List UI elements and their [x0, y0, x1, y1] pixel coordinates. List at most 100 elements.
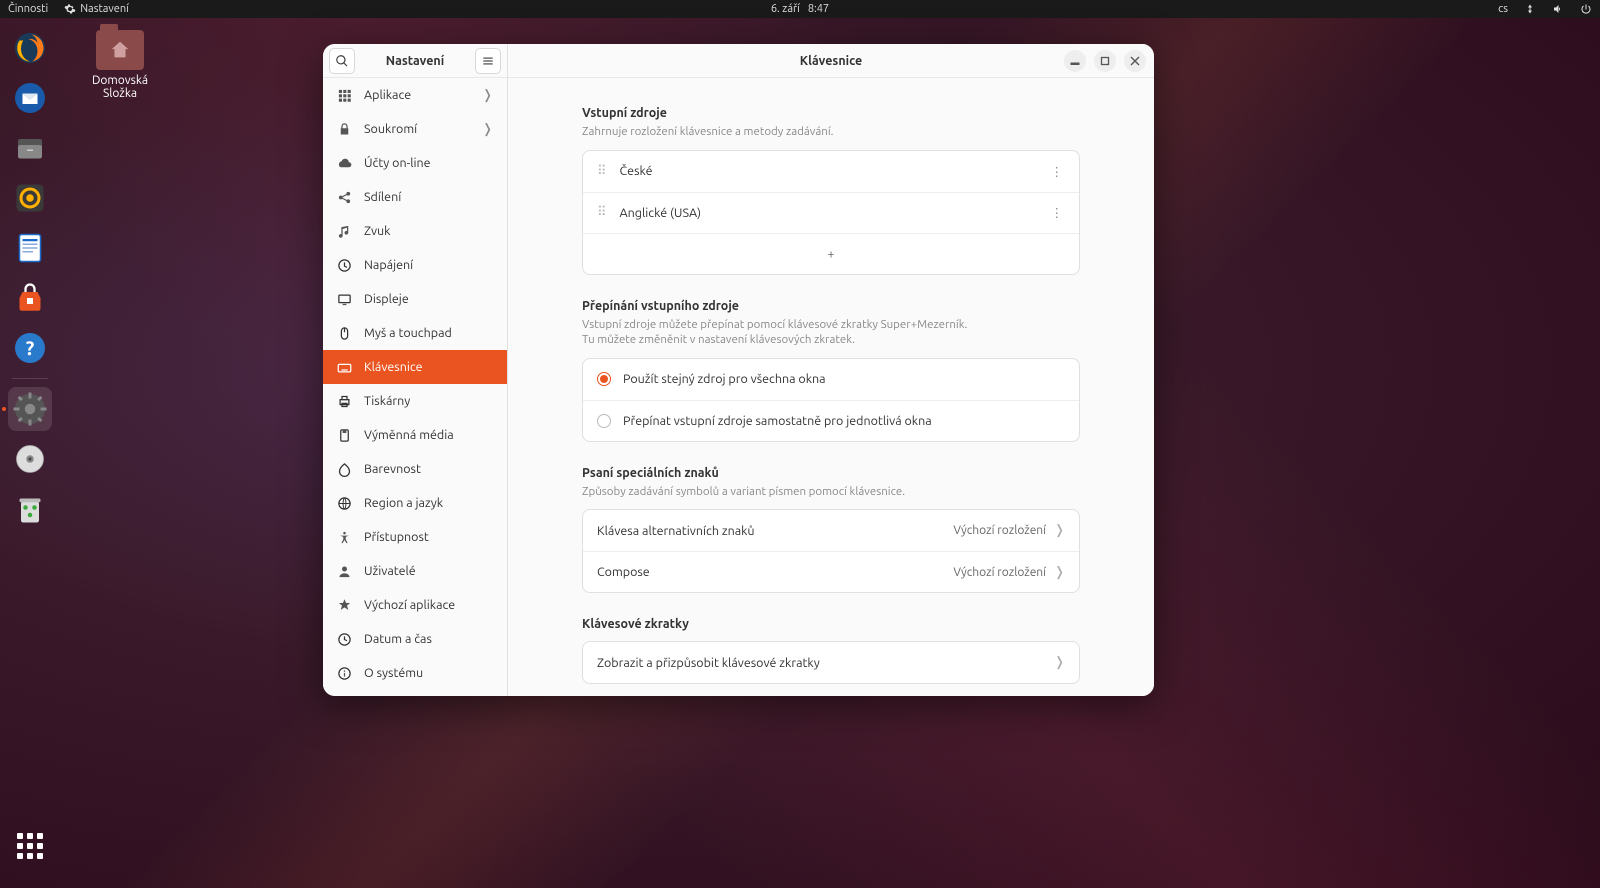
- row-label: Zobrazit a přizpůsobit klávesové zkratky: [597, 656, 1054, 670]
- clock[interactable]: 6. září 8:47: [771, 3, 829, 15]
- sidebar-item-applications[interactable]: Aplikace ❭: [323, 78, 507, 112]
- datetime-icon: [337, 632, 352, 647]
- sidebar-item-label: O systému: [364, 666, 493, 680]
- sidebar-item-datetime[interactable]: Datum a čas: [323, 622, 507, 656]
- special-title: Psaní speciálních znaků: [582, 466, 1080, 480]
- sidebar-item-power[interactable]: Napájení: [323, 248, 507, 282]
- dock-trash[interactable]: [8, 487, 52, 531]
- dock: ?: [0, 18, 60, 888]
- input-source-menu[interactable]: ⋮: [1049, 164, 1066, 179]
- maximize-icon: [1100, 56, 1110, 66]
- sidebar-item-label: Aplikace: [364, 88, 470, 102]
- dock-firefox[interactable]: [8, 26, 52, 70]
- dock-software[interactable]: [8, 276, 52, 320]
- close-button[interactable]: [1124, 50, 1146, 72]
- sidebar-item-sharing[interactable]: Sdílení: [323, 180, 507, 214]
- switching-title: Přepínání vstupního zdroje: [582, 299, 1080, 313]
- dock-files[interactable]: [8, 126, 52, 170]
- sidebar-item-label: Displeje: [364, 292, 493, 306]
- row-value: Výchozí rozložení: [953, 566, 1046, 579]
- sound-icon: [337, 224, 352, 239]
- sidebar-item-privacy[interactable]: Soukromí❭: [323, 112, 507, 146]
- alt-chars-row[interactable]: Klávesa alternativních znaků Výchozí roz…: [583, 510, 1079, 551]
- app-menu-label: Nastavení: [80, 3, 129, 15]
- chevron-right-icon: ❭: [1054, 523, 1065, 538]
- power-icon[interactable]: [1580, 3, 1592, 15]
- chevron-right-icon: ❭: [482, 88, 493, 103]
- maximize-button[interactable]: [1094, 50, 1116, 72]
- sidebar-item-keyboard[interactable]: Klávesnice: [323, 350, 507, 384]
- search-button[interactable]: [329, 48, 355, 74]
- app-menu[interactable]: Nastavení: [64, 3, 129, 15]
- desktop: ? Domovská Složka Nastavení Aplikace ❭ Sou…: [0, 18, 1600, 888]
- radio-same-source[interactable]: Použít stejný zdroj pro všechna okna: [583, 359, 1079, 400]
- activities-button[interactable]: Činnosti: [8, 3, 48, 15]
- input-source-menu[interactable]: ⋮: [1049, 205, 1066, 220]
- dock-rhythmbox[interactable]: [8, 176, 52, 220]
- dock-help[interactable]: ?: [8, 326, 52, 370]
- sidebar-item-about[interactable]: O systému: [323, 656, 507, 690]
- row-label: Compose: [597, 565, 953, 579]
- volume-icon[interactable]: [1552, 3, 1564, 15]
- sidebar-item-online-accounts[interactable]: Účty on-line: [323, 146, 507, 180]
- online-accounts-icon: [337, 156, 352, 171]
- displays-icon: [337, 292, 352, 307]
- sidebar-item-mouse[interactable]: Myš a touchpad: [323, 316, 507, 350]
- sidebar-item-default-apps[interactable]: Výchozí aplikace: [323, 588, 507, 622]
- sidebar-item-label: Sdílení: [364, 190, 493, 204]
- sidebar-item-sound[interactable]: Zvuk: [323, 214, 507, 248]
- sidebar-item-removable[interactable]: Výměnná média: [323, 418, 507, 452]
- add-input-source[interactable]: +: [583, 233, 1079, 274]
- power-icon: [337, 258, 352, 273]
- drag-handle-icon[interactable]: ⠿: [597, 164, 608, 179]
- shortcuts-title: Klávesové zkratky: [582, 617, 1080, 631]
- sidebar-item-label: Přístupnost: [364, 530, 493, 544]
- settings-sidebar: Nastavení Aplikace ❭ Soukromí❭ Účty on-line…: [323, 44, 508, 696]
- menu-button[interactable]: [475, 48, 501, 74]
- input-source-indicator[interactable]: cs: [1498, 3, 1508, 15]
- users-icon: [337, 564, 352, 579]
- sidebar-item-displays[interactable]: Displeje: [323, 282, 507, 316]
- radio-per-window[interactable]: Přepínat vstupní zdroje samostatně pro j…: [583, 400, 1079, 441]
- chevron-right-icon: ❭: [1054, 565, 1065, 580]
- desktop-home-folder[interactable]: Domovská Složka: [75, 30, 165, 100]
- show-applications[interactable]: [8, 824, 52, 868]
- sidebar-title: Nastavení: [361, 54, 469, 68]
- dock-writer[interactable]: [8, 226, 52, 270]
- network-icon[interactable]: [1524, 3, 1536, 15]
- drag-handle-icon[interactable]: ⠿: [597, 205, 608, 220]
- input-sources-list: ⠿ České ⋮ ⠿ Anglické (USA) ⋮ +: [582, 150, 1080, 275]
- dock-separator: [12, 378, 48, 379]
- compose-row[interactable]: Compose Výchozí rozložení ❭: [583, 551, 1079, 592]
- dock-disc[interactable]: [8, 437, 52, 481]
- dock-thunderbird[interactable]: [8, 76, 52, 120]
- default-apps-icon: [337, 598, 352, 613]
- sidebar-item-printers[interactable]: Tiskárny: [323, 384, 507, 418]
- input-sources-title: Vstupní zdroje: [582, 106, 1080, 120]
- sidebar-item-label: Výměnná média: [364, 428, 493, 442]
- input-source-row[interactable]: ⠿ České ⋮: [583, 151, 1079, 192]
- sidebar-item-label: Napájení: [364, 258, 493, 272]
- sidebar-item-users[interactable]: Uživatelé: [323, 554, 507, 588]
- sidebar-item-accessibility[interactable]: Přístupnost: [323, 520, 507, 554]
- page-title: Klávesnice: [800, 54, 862, 68]
- view-shortcuts-row[interactable]: Zobrazit a přizpůsobit klávesové zkratky…: [583, 642, 1079, 683]
- dock-settings[interactable]: [8, 387, 52, 431]
- row-value: Výchozí rozložení: [953, 524, 1046, 537]
- top-panel: Činnosti Nastavení 6. září 8:47 cs: [0, 0, 1600, 18]
- sidebar-item-label: Tiskárny: [364, 394, 493, 408]
- close-icon: [1130, 56, 1140, 66]
- removable-icon: [337, 428, 352, 443]
- sidebar-item-label: Datum a čas: [364, 632, 493, 646]
- date-label: 6. září: [771, 3, 800, 15]
- sidebar-item-color[interactable]: Barevnost: [323, 452, 507, 486]
- search-icon: [335, 54, 349, 68]
- sidebar-item-region[interactable]: Region a jazyk: [323, 486, 507, 520]
- sidebar-item-label: Účty on-line: [364, 156, 493, 170]
- printers-icon: [337, 394, 352, 409]
- input-source-label: České: [620, 164, 1049, 178]
- minimize-button[interactable]: [1064, 50, 1086, 72]
- chevron-right-icon: ❭: [1054, 655, 1065, 670]
- input-source-row[interactable]: ⠿ Anglické (USA) ⋮: [583, 192, 1079, 233]
- radio-label: Přepínat vstupní zdroje samostatně pro j…: [623, 414, 1065, 428]
